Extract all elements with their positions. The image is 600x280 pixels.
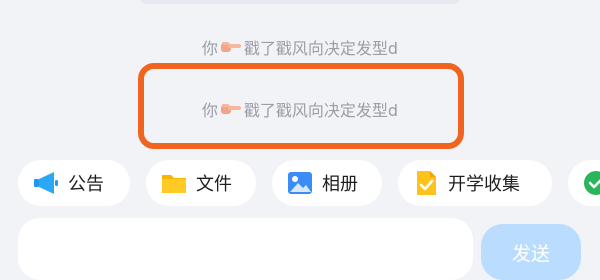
announcement-button[interactable]: 公告 [18, 160, 130, 206]
photo-album-icon [288, 172, 312, 194]
poke-user: 你 [201, 39, 218, 58]
megaphone-icon [34, 172, 58, 194]
green-check-icon [584, 171, 600, 195]
files-button[interactable]: 文件 [146, 160, 256, 206]
folder-icon [162, 175, 186, 193]
announcement-label: 公告 [68, 174, 104, 195]
message-input[interactable] [18, 218, 473, 280]
highlight-annotation-box [138, 63, 464, 149]
poke-action: 戳了戳风向决定发型d [243, 39, 399, 58]
album-label: 相册 [322, 174, 358, 195]
send-button[interactable]: 发送 [481, 224, 581, 280]
checklist-document-icon [417, 171, 436, 195]
files-label: 文件 [196, 174, 232, 195]
previous-message-fragment [140, 0, 460, 4]
collection-button[interactable]: 开学收集 [398, 160, 552, 206]
more-tool-button[interactable] [568, 160, 600, 206]
collection-label: 开学收集 [448, 174, 520, 195]
album-button[interactable]: 相册 [272, 160, 382, 206]
poke-hand-icon [220, 42, 241, 52]
poke-notice: 你 戳了戳风向决定发型d [0, 35, 600, 59]
